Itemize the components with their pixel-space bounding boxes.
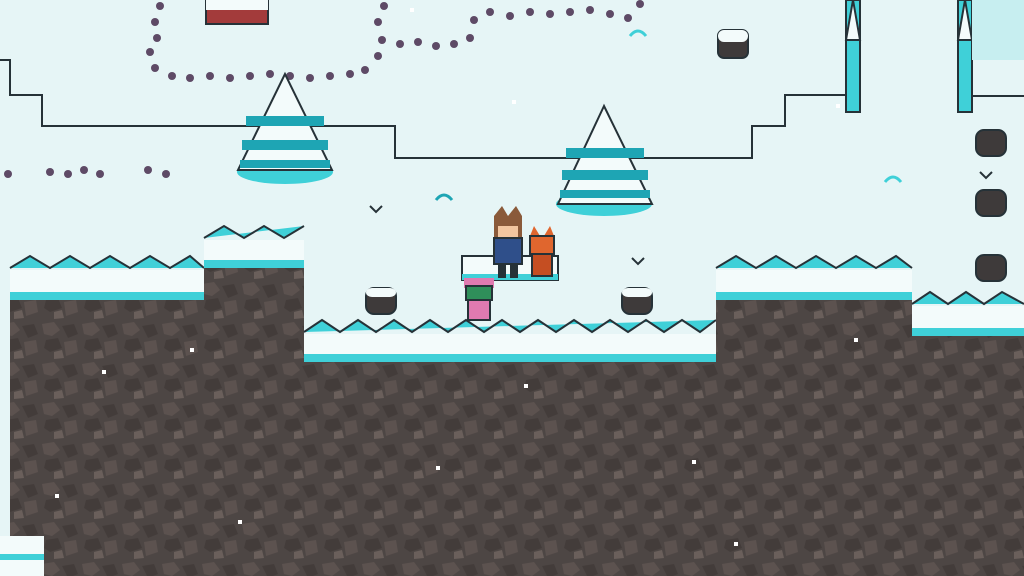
game-world	[0, 0, 1024, 576]
rock-cliff-right	[715, 254, 913, 576]
snow-ledge-bottom-left	[0, 536, 44, 576]
upper-ledge-outline	[0, 59, 848, 159]
rock-cliff-tall	[203, 224, 305, 576]
pink-girl-with-green-hat[interactable]	[464, 278, 494, 321]
rock-cliff-left	[9, 254, 205, 576]
snow-stump[interactable]	[717, 29, 749, 59]
orange-fox[interactable]	[529, 226, 555, 277]
snowy-pine-tree-center	[556, 103, 654, 216]
red-crate[interactable]	[205, 0, 269, 25]
snow-sprouts	[369, 29, 993, 266]
game-scene	[0, 0, 1024, 576]
frozen-fence	[844, 0, 1024, 282]
rock-cliff-far-right	[911, 290, 1024, 576]
ice-stump-right	[621, 287, 653, 315]
rock-cliff-center	[303, 318, 717, 576]
berry-trail	[4, 0, 644, 178]
snowy-pine-tree-left	[236, 71, 334, 184]
ice-stump-left	[365, 287, 397, 315]
